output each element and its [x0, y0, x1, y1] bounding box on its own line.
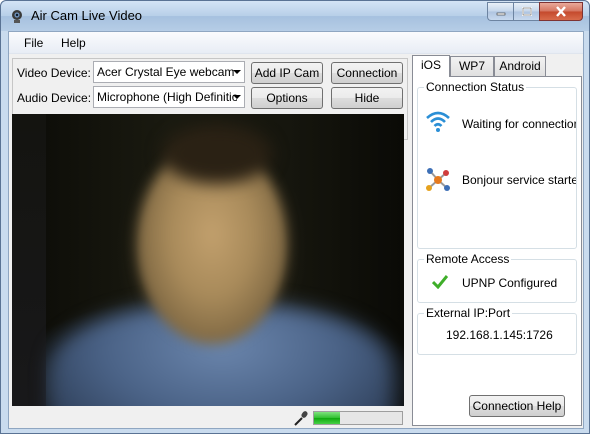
- menu-file[interactable]: File: [24, 36, 43, 50]
- checkmark-icon: [432, 275, 448, 289]
- connection-status-group: Connection Status Waiting for connection…: [417, 80, 577, 249]
- maximize-button[interactable]: [513, 2, 539, 21]
- add-ip-cam-button[interactable]: Add IP Cam: [251, 62, 323, 84]
- video-border: [12, 114, 46, 406]
- hide-button[interactable]: Hide: [331, 87, 403, 109]
- minimize-button[interactable]: [487, 2, 513, 21]
- close-icon: [556, 6, 566, 17]
- chevron-down-icon: [233, 95, 241, 99]
- app-window: Air Cam Live Video File Help Video Devic…: [0, 0, 590, 434]
- tab-ios[interactable]: iOS: [412, 55, 450, 77]
- maximize-icon: [521, 6, 532, 16]
- tab-page-ios: Connection Status Waiting for connection…: [412, 76, 582, 426]
- audio-level-fill: [314, 412, 341, 424]
- wifi-status-text: Waiting for connection...: [462, 117, 576, 131]
- upnp-status-text: UPNP Configured: [462, 276, 558, 290]
- video-device-label: Video Device:: [17, 66, 91, 80]
- connection-help-button[interactable]: Connection Help: [469, 395, 565, 417]
- client-area: File Help Video Device: Acer Crystal Eye…: [8, 31, 584, 429]
- connection-button[interactable]: Connection: [331, 62, 403, 84]
- external-ip-value: 192.168.1.145:1726: [446, 328, 553, 342]
- platform-tabs: iOS WP7 Android Connection Status Waitin…: [412, 55, 582, 426]
- remote-access-title: Remote Access: [424, 252, 512, 266]
- title-bar[interactable]: Air Cam Live Video: [1, 1, 589, 31]
- tab-wp7[interactable]: WP7: [450, 56, 494, 76]
- menu-bar: File Help: [9, 32, 583, 54]
- video-subject-hair: [162, 124, 272, 184]
- bonjour-status-text: Bonjour service started...: [462, 173, 576, 187]
- wifi-icon: [426, 111, 450, 132]
- video-preview[interactable]: [12, 114, 404, 406]
- webcam-icon: [12, 10, 22, 23]
- window-controls: [487, 2, 583, 21]
- audio-device-label: Audio Device:: [17, 91, 92, 105]
- remote-access-group: Remote Access UPNP Configured: [417, 252, 577, 303]
- external-ip-title: External IP:Port: [424, 306, 513, 320]
- window-title: Air Cam Live Video: [31, 8, 143, 23]
- audio-device-select[interactable]: Microphone (High Definition: [93, 86, 245, 108]
- video-device-value: Acer Crystal Eye webcam: [97, 65, 235, 79]
- chevron-down-icon: [233, 70, 241, 74]
- microphone-icon[interactable]: [293, 410, 309, 426]
- video-device-select[interactable]: Acer Crystal Eye webcam: [93, 61, 245, 83]
- options-button[interactable]: Options: [251, 87, 323, 109]
- bonjour-icon: [426, 168, 450, 191]
- audio-device-value: Microphone (High Definition: [97, 90, 237, 104]
- tab-android[interactable]: Android: [494, 56, 546, 76]
- minimize-icon: [496, 12, 505, 15]
- close-button[interactable]: [539, 2, 583, 21]
- menu-help[interactable]: Help: [61, 36, 86, 50]
- audio-level-meter: [313, 411, 403, 425]
- connection-status-title: Connection Status: [424, 80, 527, 94]
- external-ip-group: External IP:Port 192.168.1.145:1726: [417, 306, 577, 355]
